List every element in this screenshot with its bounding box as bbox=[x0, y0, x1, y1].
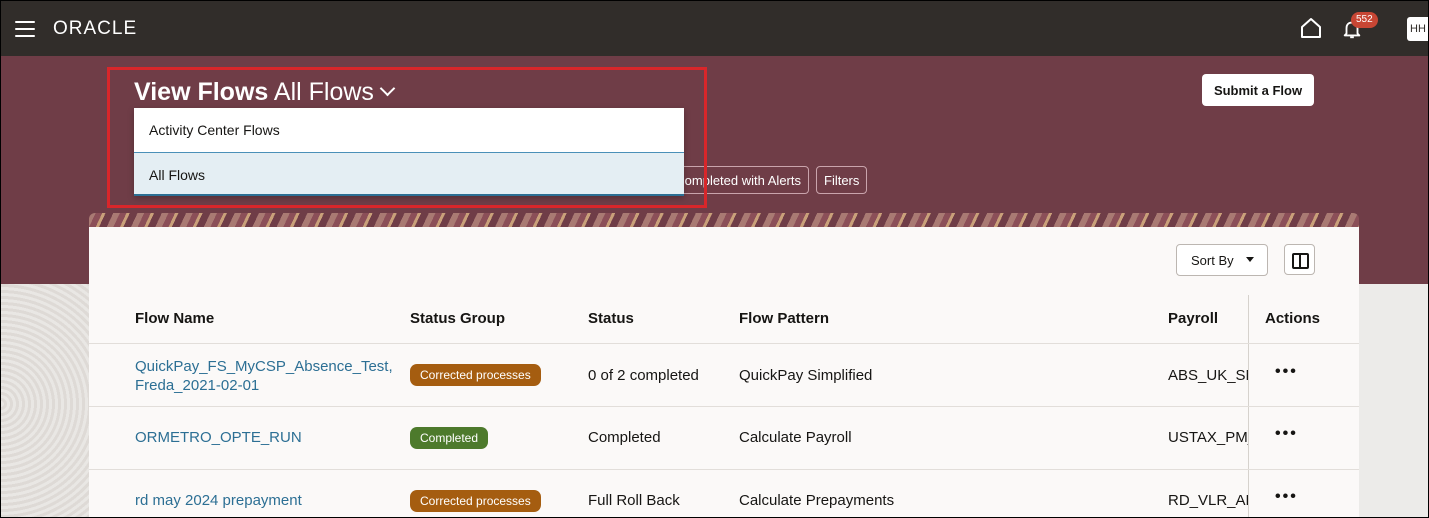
column-layout-button[interactable] bbox=[1284, 244, 1315, 275]
status-text: Full Roll Back bbox=[588, 492, 680, 509]
row-divider bbox=[89, 406, 1359, 407]
flow-name-line: QuickPay_FS_MyCSP_Absence_Test, bbox=[135, 358, 393, 375]
flow-name-line: Freda_2021-02-01 bbox=[135, 377, 260, 394]
status-text: 0 of 2 completed bbox=[588, 367, 699, 384]
view-dropdown-menu: Activity Center Flows All Flows bbox=[134, 108, 684, 196]
sort-by-button[interactable]: Sort By bbox=[1176, 244, 1268, 276]
menu-icon[interactable] bbox=[15, 21, 35, 37]
flow-name-link[interactable]: rd may 2024 prepayment bbox=[135, 492, 302, 509]
page-title[interactable]: View Flows All Flows bbox=[134, 77, 396, 107]
status-group-badge: Completed bbox=[410, 427, 489, 449]
oracle-logo: ORACLE bbox=[53, 18, 138, 39]
payroll-text: RD_VLR_ALI bbox=[1168, 492, 1248, 509]
flow-pattern-text: QuickPay Simplified bbox=[739, 367, 873, 384]
column-header-status-group[interactable]: Status Group bbox=[410, 310, 505, 327]
caret-down-icon bbox=[1246, 257, 1254, 262]
app-frame: ORACLE 552 HH View Flows All Flows Submi… bbox=[0, 0, 1429, 518]
payroll-text: ABS_UK_SM bbox=[1168, 367, 1248, 384]
column-header-status[interactable]: Status bbox=[588, 310, 634, 327]
more-actions-icon[interactable]: ••• bbox=[1275, 425, 1298, 443]
column-header-flow-name[interactable]: Flow Name bbox=[135, 310, 214, 327]
status-text: Completed bbox=[588, 429, 661, 446]
page-title-main: View Flows bbox=[134, 78, 269, 106]
dropdown-option-all-flows[interactable]: All Flows bbox=[134, 152, 684, 196]
payroll-text: USTAX_PM_ bbox=[1168, 429, 1248, 446]
row-divider bbox=[89, 469, 1359, 470]
flow-name-link[interactable]: QuickPay_FS_MyCSP_Absence_Test, Freda_20… bbox=[135, 357, 393, 395]
top-bar: ORACLE 552 HH bbox=[1, 1, 1428, 56]
home-icon[interactable] bbox=[1299, 16, 1323, 40]
flow-name-link[interactable]: ORMETRO_OPTE_RUN bbox=[135, 429, 302, 446]
view-selector[interactable]: All Flows bbox=[274, 78, 374, 106]
column-header-flow-pattern[interactable]: Flow Pattern bbox=[739, 310, 829, 327]
column-header-payroll[interactable]: Payroll bbox=[1168, 310, 1218, 327]
background-panel bbox=[1359, 284, 1428, 517]
row-divider bbox=[89, 343, 1359, 344]
user-avatar[interactable]: HH bbox=[1407, 17, 1428, 41]
chip-filters[interactable]: Filters bbox=[816, 166, 868, 194]
notification-badge: 552 bbox=[1351, 12, 1378, 28]
decorative-pattern bbox=[89, 213, 1359, 227]
chevron-down-icon[interactable] bbox=[379, 80, 396, 97]
more-actions-icon[interactable]: ••• bbox=[1275, 488, 1298, 506]
submit-flow-button[interactable]: Submit a Flow bbox=[1202, 74, 1314, 106]
column-header-actions: Actions bbox=[1265, 310, 1321, 327]
status-group-badge: Corrected processes bbox=[410, 490, 541, 512]
flow-pattern-text: Calculate Payroll bbox=[739, 429, 852, 446]
dropdown-option-activity-center-flows[interactable]: Activity Center Flows bbox=[134, 108, 684, 152]
background-pattern bbox=[1, 284, 89, 517]
columns-icon bbox=[1292, 253, 1309, 269]
more-actions-icon[interactable]: ••• bbox=[1275, 363, 1298, 381]
status-group-badge: Corrected processes bbox=[410, 364, 541, 386]
flow-pattern-text: Calculate Prepayments bbox=[739, 492, 895, 509]
